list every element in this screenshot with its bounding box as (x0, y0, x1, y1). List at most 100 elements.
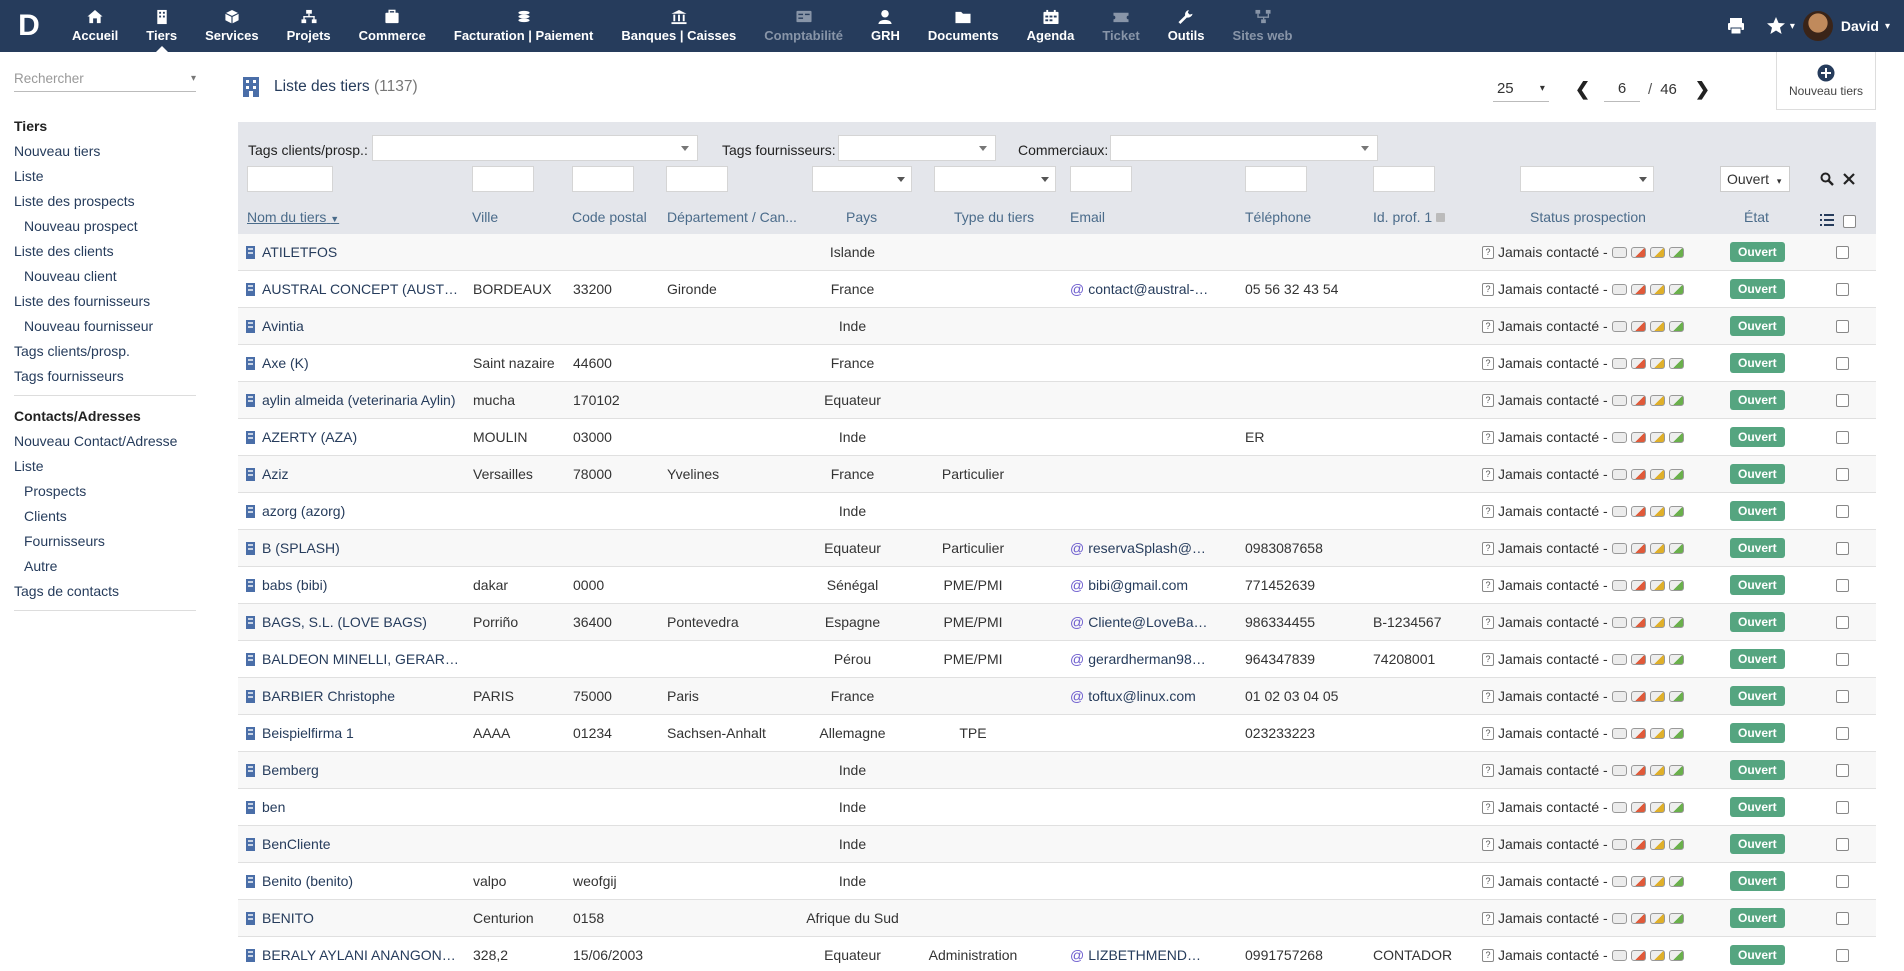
close-icon[interactable] (1843, 173, 1855, 185)
cell-email[interactable]: @reservaSplash@hotm... (1070, 530, 1210, 567)
table-row[interactable]: babs (bibi) dakar 0000 Sénégal PME/PMI 771452… (238, 567, 1876, 604)
table-row[interactable]: Avintia Inde? Jamais contacté - Ouvert (238, 308, 1876, 345)
tiers-name-link[interactable]: BenCliente (246, 826, 462, 863)
status-red-icon[interactable] (1630, 654, 1646, 665)
filter-type-select[interactable] (934, 166, 1056, 192)
sidebar-head-contacts-adresses[interactable]: Contacts/Adresses (14, 404, 198, 429)
status-red-icon[interactable] (1630, 617, 1646, 628)
row-checkbox[interactable] (1836, 616, 1849, 629)
status-red-icon[interactable] (1630, 247, 1646, 258)
col-header-status[interactable]: Status prospection (1530, 209, 1646, 225)
row-checkbox[interactable] (1836, 875, 1849, 888)
status-green-icon[interactable] (1668, 358, 1684, 369)
star-bookmark-icon[interactable] (1766, 16, 1786, 36)
cell-email[interactable]: @LIZBETHMENDEZ32... (1070, 937, 1210, 971)
chevron-down-icon[interactable]: ▾ (1790, 21, 1795, 32)
status-yellow-icon[interactable] (1649, 950, 1665, 961)
table-row[interactable]: Aziz Versailles 78000 Yvelines France Particu… (238, 456, 1876, 493)
menu-comptabilit[interactable]: Comptabilité (750, 0, 857, 52)
status-green-icon[interactable] (1668, 839, 1684, 850)
table-row[interactable]: BENITO Centurion 0158 Afrique du Sud? Jamais… (238, 900, 1876, 937)
sidebar-item-liste[interactable]: Liste (14, 454, 198, 479)
sidebar-item-liste-des-clients[interactable]: Liste des clients (14, 239, 198, 264)
status-yellow-icon[interactable] (1649, 839, 1665, 850)
status-yellow-icon[interactable] (1649, 728, 1665, 739)
tiers-name-link[interactable]: Beispielfirma 1 (246, 715, 462, 752)
cell-email[interactable]: @Cliente@LoveBags.c... (1070, 604, 1210, 641)
filter-ville-input[interactable] (472, 166, 534, 192)
tiers-name-link[interactable]: ATILETFOS (246, 234, 462, 271)
tiers-name-link[interactable]: BARBIER Christophe (246, 678, 462, 715)
tiers-name-link[interactable]: Avintia (246, 308, 462, 345)
sidebar-item-autre[interactable]: Autre (14, 554, 198, 579)
row-checkbox[interactable] (1836, 764, 1849, 777)
status-green-icon[interactable] (1668, 691, 1684, 702)
menu-sites-web[interactable]: Sites web (1219, 0, 1307, 52)
row-checkbox[interactable] (1836, 394, 1849, 407)
tiers-name-link[interactable]: B (SPLASH) (246, 530, 462, 567)
status-yellow-icon[interactable] (1649, 247, 1665, 258)
status-red-icon[interactable] (1630, 358, 1646, 369)
col-header-tel[interactable]: Téléphone (1245, 209, 1311, 225)
menu-services[interactable]: Services (191, 0, 273, 52)
status-yellow-icon[interactable] (1649, 321, 1665, 332)
row-checkbox[interactable] (1836, 431, 1849, 444)
table-row[interactable]: azorg (azorg) Inde? Jamais contacté - Ouver… (238, 493, 1876, 530)
status-yellow-icon[interactable] (1649, 284, 1665, 295)
status-green-icon[interactable] (1668, 247, 1684, 258)
status-none-icon[interactable] (1611, 543, 1627, 554)
filter-email-input[interactable] (1070, 166, 1132, 192)
menu-commerce[interactable]: Commerce (345, 0, 440, 52)
status-none-icon[interactable] (1611, 321, 1627, 332)
sidebar-item-liste[interactable]: Liste (14, 164, 198, 189)
status-green-icon[interactable] (1668, 469, 1684, 480)
avatar[interactable] (1802, 11, 1833, 41)
app-logo[interactable]: D (0, 0, 58, 52)
row-checkbox[interactable] (1836, 801, 1849, 814)
col-header-etat[interactable]: État (1744, 209, 1769, 225)
status-yellow-icon[interactable] (1649, 876, 1665, 887)
tiers-name-link[interactable]: Benito (benito) (246, 863, 462, 900)
status-green-icon[interactable] (1668, 913, 1684, 924)
table-row[interactable]: AZERTY (AZA) MOULIN 03000 Inde ER? Jamais con… (238, 419, 1876, 456)
table-row[interactable]: Axe (K) Saint nazaire 44600 France? Jamais c… (238, 345, 1876, 382)
tiers-name-link[interactable]: ben (246, 789, 462, 826)
tiers-name-link[interactable]: BALDEON MINELLI, GERARD ... (246, 641, 462, 678)
table-row[interactable]: BenCliente Inde? Jamais contacté - Ouvert (238, 826, 1876, 863)
sidebar-item-nouveau-client[interactable]: Nouveau client (14, 264, 198, 289)
col-header-email[interactable]: Email (1070, 209, 1105, 225)
status-yellow-icon[interactable] (1649, 469, 1665, 480)
status-red-icon[interactable] (1630, 765, 1646, 776)
sidebar-item-nouveau-contact-adresse[interactable]: Nouveau Contact/Adresse (14, 429, 198, 454)
status-yellow-icon[interactable] (1649, 506, 1665, 517)
filter-pays-select[interactable] (812, 166, 912, 192)
sidebar-item-liste-des-prospects[interactable]: Liste des prospects (14, 189, 198, 214)
status-red-icon[interactable] (1630, 284, 1646, 295)
filter-cp-input[interactable] (572, 166, 634, 192)
status-green-icon[interactable] (1668, 654, 1684, 665)
status-none-icon[interactable] (1611, 691, 1627, 702)
status-green-icon[interactable] (1668, 395, 1684, 406)
status-red-icon[interactable] (1630, 321, 1646, 332)
status-green-icon[interactable] (1668, 876, 1684, 887)
status-yellow-icon[interactable] (1649, 617, 1665, 628)
status-green-icon[interactable] (1668, 543, 1684, 554)
row-checkbox[interactable] (1836, 542, 1849, 555)
cell-email[interactable]: @gerardherman9890@... (1070, 641, 1210, 678)
status-none-icon[interactable] (1611, 802, 1627, 813)
status-green-icon[interactable] (1668, 728, 1684, 739)
menu-banques-caisses[interactable]: Banques | Caisses (607, 0, 750, 52)
cell-email[interactable]: @ bibi@gmail.com (1070, 567, 1210, 604)
status-red-icon[interactable] (1630, 839, 1646, 850)
sidebar-item-prospects[interactable]: Prospects (14, 479, 198, 504)
menu-tiers[interactable]: Tiers (132, 0, 191, 52)
col-header-prof[interactable]: Id. prof. 1 (1373, 209, 1446, 225)
table-row[interactable]: ben Inde? Jamais contacté - Ouvert (238, 789, 1876, 826)
list-columns-icon[interactable] (1820, 214, 1834, 226)
cell-email[interactable]: @contact@austral-con... (1070, 271, 1210, 308)
page-number-input[interactable]: 6 (1604, 76, 1641, 102)
previous-page-button[interactable]: ❮ (1575, 79, 1590, 100)
new-tiers-button[interactable]: Nouveau tiers (1776, 52, 1876, 110)
status-green-icon[interactable] (1668, 321, 1684, 332)
tiers-name-link[interactable]: AUSTRAL CONCEPT (AUSTRA... (246, 271, 462, 308)
